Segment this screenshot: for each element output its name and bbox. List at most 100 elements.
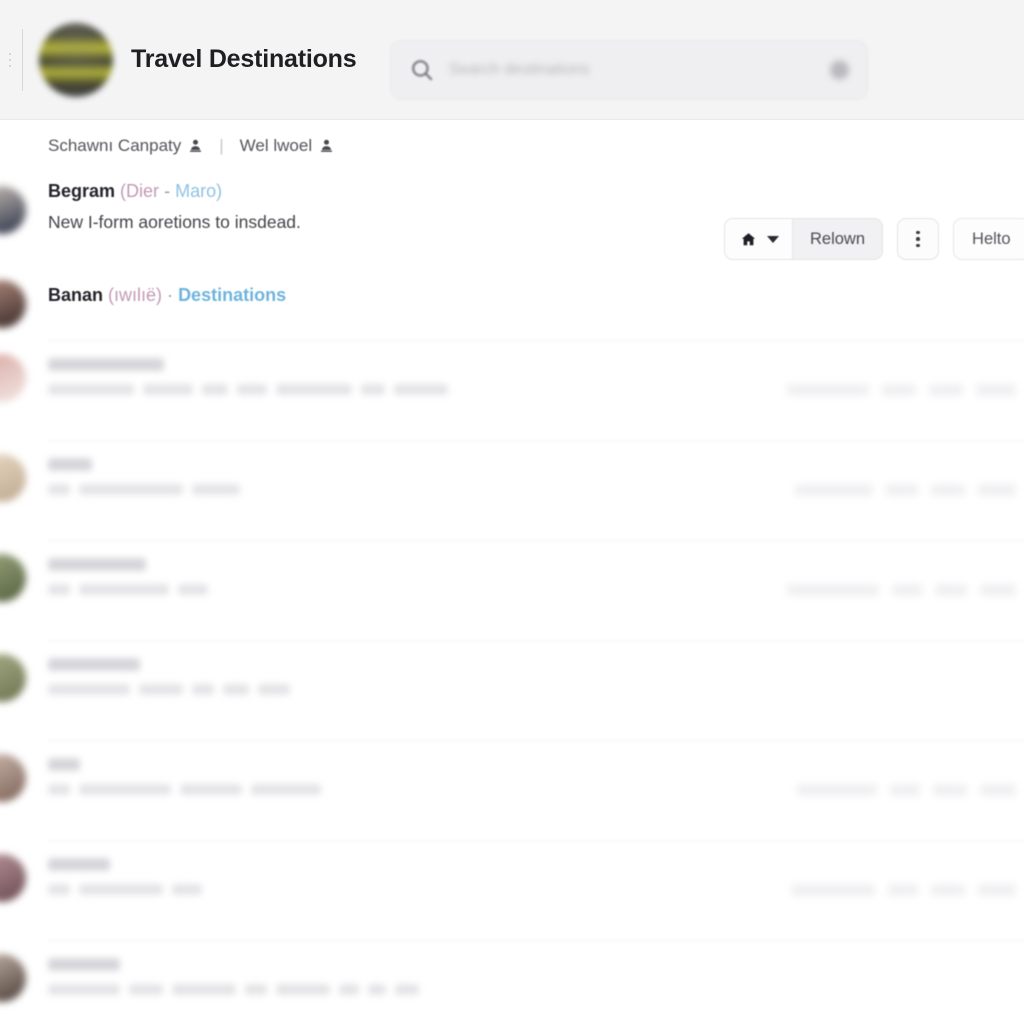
row-action-chip[interactable]	[882, 384, 916, 396]
row-action-chip[interactable]	[976, 384, 1016, 396]
row-meta-chip	[276, 384, 352, 395]
row-action-chip[interactable]	[931, 884, 965, 896]
list-item[interactable]: Banan (ıwılıë) · Destinations	[0, 280, 1024, 340]
post-title: Begram (Dier - Maro)	[48, 180, 1016, 203]
row-action-chip[interactable]	[933, 784, 967, 796]
row-action-chip[interactable]	[978, 484, 1016, 496]
search-icon	[409, 57, 435, 83]
row-meta-chip	[339, 984, 359, 995]
person-icon	[319, 138, 334, 154]
row-action-chip[interactable]	[892, 584, 922, 596]
home-reload-group: Relown	[724, 218, 884, 260]
row-action-chip[interactable]	[787, 384, 869, 396]
row-actions[interactable]	[797, 784, 1016, 796]
post-tag[interactable]: Maro)	[175, 181, 222, 201]
row-action-chip[interactable]	[931, 484, 965, 496]
row-meta-chip	[202, 384, 228, 395]
avatar[interactable]	[0, 186, 26, 234]
row-meta-chip	[79, 584, 169, 595]
post-title: Banan (ıwılıë) · Destinations	[48, 284, 1016, 307]
row-meta-chip	[139, 684, 183, 695]
row-action-chip[interactable]	[980, 584, 1016, 596]
row-meta	[48, 684, 1016, 695]
avatar[interactable]	[0, 754, 26, 802]
row-meta-chip	[48, 684, 130, 695]
list-item[interactable]	[0, 740, 1024, 840]
breadcrumb-item-company[interactable]: Schawnı Canpaty	[48, 136, 203, 156]
row-action-chip[interactable]	[980, 784, 1016, 796]
row-action-chip[interactable]	[791, 884, 875, 896]
avatar[interactable]	[0, 654, 26, 702]
row-meta-chip	[395, 984, 419, 995]
list-item[interactable]	[0, 440, 1024, 540]
person-icon	[188, 138, 203, 154]
row-title	[48, 458, 92, 471]
row-action-chip[interactable]	[787, 584, 879, 596]
row-meta-chip	[79, 784, 171, 795]
avatar[interactable]	[0, 454, 26, 502]
row-meta-chip	[394, 384, 448, 395]
post-separator: ·	[167, 285, 174, 305]
row-title	[48, 658, 140, 671]
row-actions[interactable]	[791, 884, 1016, 896]
avatar[interactable]	[0, 954, 26, 1002]
row-meta-chip	[129, 984, 163, 995]
breadcrumb-item-workspace[interactable]: Wel lwoel	[240, 136, 334, 156]
row-meta-chip	[237, 384, 267, 395]
row-action-chip[interactable]	[795, 484, 873, 496]
post-separator: -	[164, 181, 171, 201]
app-root: Travel Destinations Search destinations …	[0, 0, 1024, 1024]
row-actions[interactable]	[787, 384, 1016, 396]
action-toolbar: Relown Helto	[724, 218, 1024, 260]
skeleton-rows	[0, 340, 1024, 1024]
post-author[interactable]: Begram	[48, 181, 115, 201]
row-meta-chip	[361, 384, 385, 395]
post-author[interactable]: Banan	[48, 285, 103, 305]
row-meta-chip	[48, 384, 134, 395]
row-meta-chip	[143, 384, 193, 395]
row-meta-chip	[79, 884, 163, 895]
chevron-down-icon	[767, 235, 779, 243]
avatar[interactable]	[0, 280, 26, 328]
reload-button[interactable]: Relown	[792, 219, 883, 259]
row-title	[48, 558, 146, 571]
avatar[interactable]	[0, 854, 26, 902]
row-meta-chip	[192, 484, 240, 495]
search-input[interactable]: Search destinations	[390, 40, 868, 100]
row-title	[48, 958, 120, 971]
list-item[interactable]	[0, 540, 1024, 640]
post-tag[interactable]: Destinations	[178, 285, 286, 305]
more-vertical-icon[interactable]	[897, 218, 940, 260]
row-actions[interactable]	[795, 484, 1016, 496]
row-title	[48, 858, 110, 871]
list-item[interactable]	[0, 940, 1024, 1024]
row-meta-chip	[178, 584, 208, 595]
row-action-chip[interactable]	[929, 384, 963, 396]
feed-list: Begram (Dier - Maro) New I-form aoretion…	[0, 180, 1024, 1024]
row-action-chip[interactable]	[935, 584, 967, 596]
row-action-chip[interactable]	[888, 884, 918, 896]
row-action-chip[interactable]	[890, 784, 920, 796]
row-divider	[48, 540, 1024, 541]
row-action-chip[interactable]	[978, 884, 1016, 896]
row-meta-chip	[48, 584, 70, 595]
row-action-chip[interactable]	[886, 484, 918, 496]
header-divider	[22, 28, 23, 91]
list-item[interactable]	[0, 340, 1024, 440]
helto-button[interactable]: Helto	[953, 218, 1024, 260]
row-meta-chip	[79, 484, 183, 495]
row-actions[interactable]	[787, 584, 1016, 596]
avatar[interactable]	[0, 554, 26, 602]
row-divider	[48, 440, 1024, 441]
row-meta	[48, 984, 1016, 995]
row-divider	[48, 740, 1024, 741]
list-item[interactable]	[0, 840, 1024, 940]
row-meta-chip	[48, 784, 70, 795]
avatar[interactable]	[0, 354, 26, 402]
home-dropdown-button[interactable]	[725, 219, 792, 259]
row-meta-chip	[251, 784, 321, 795]
list-item[interactable]	[0, 640, 1024, 740]
avatar-icon[interactable]	[830, 60, 849, 80]
app-logo-icon	[39, 22, 113, 97]
row-action-chip[interactable]	[797, 784, 877, 796]
